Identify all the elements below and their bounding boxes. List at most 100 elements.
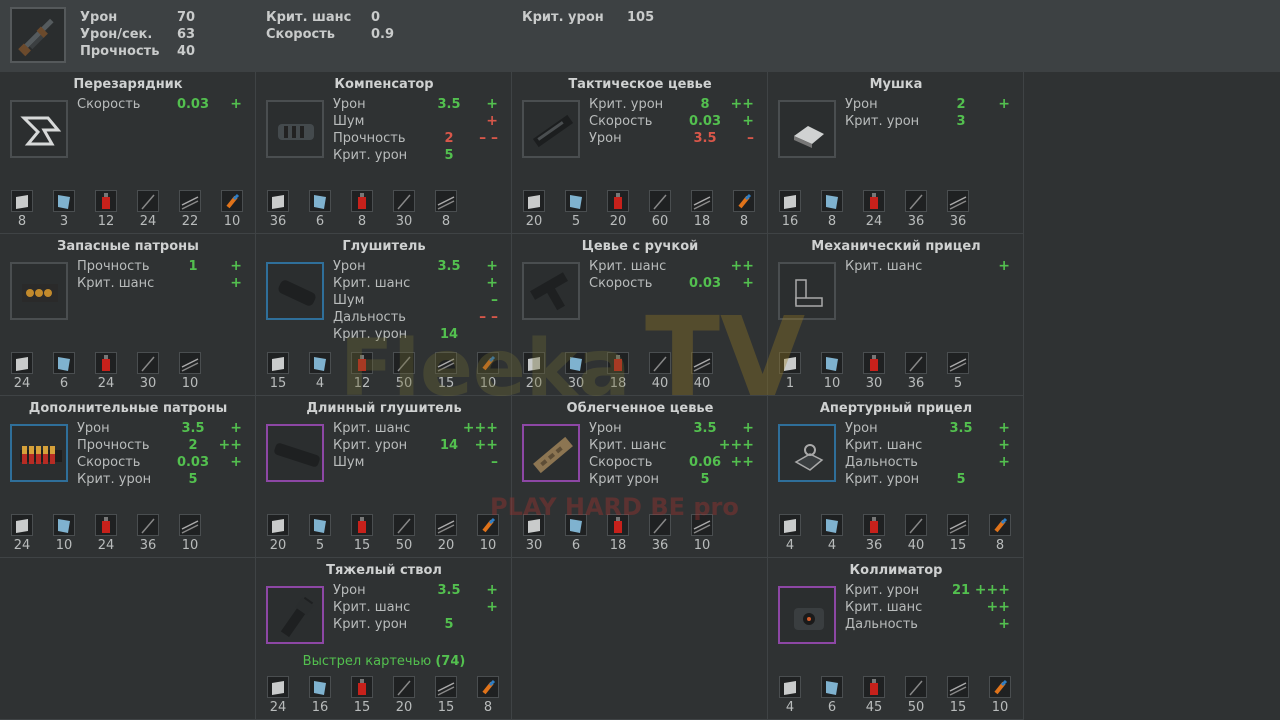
stat-value: 3.5 — [437, 583, 461, 598]
mod-card[interactable]: Длинный глушитель Крит. шанс +++ Крит. урон… — [256, 396, 512, 558]
stat-name: Скорость — [589, 114, 653, 129]
mod-card[interactable]: Глушитель Урон 3.5 + Крит. шанс + Шум – Дальност… — [256, 234, 512, 396]
glass-icon — [53, 514, 75, 536]
stat-label-durability: Прочность — [80, 44, 160, 59]
stat-value: 3.5 — [437, 97, 461, 112]
stat-name: Крит. урон — [845, 114, 920, 129]
wires-icon — [435, 190, 457, 212]
stat-modifier: + — [742, 420, 754, 436]
stat-modifier: + — [486, 275, 498, 291]
metal-plate-icon — [267, 352, 289, 374]
material-count: 18 — [693, 214, 711, 229]
material-count: 8 — [357, 214, 367, 229]
mod-card[interactable]: Запасные патроны Прочность 1 + Крит. шанс +24… — [0, 234, 256, 396]
rod-icon — [137, 352, 159, 374]
stat-row: Крит. урон 5 — [845, 472, 1015, 489]
materials-row: 36 6 8 30 8 — [260, 190, 512, 230]
material-count: 20 — [437, 538, 455, 553]
stat-name: Крит. урон — [589, 97, 664, 112]
heavy-barrel-icon[interactable] — [266, 586, 324, 644]
mod-card[interactable]: Дополнительные патроны Урон 3.5 + Прочность 2… — [0, 396, 256, 558]
material-count: 5 — [315, 538, 325, 553]
stat-name: Урон — [333, 97, 366, 112]
stat-modifier: ++ — [730, 96, 754, 112]
wires-icon — [691, 352, 713, 374]
stat-name: Крит. урон — [333, 617, 408, 632]
material-count: 22 — [181, 214, 199, 229]
mod-card[interactable]: Коллиматор Крит. урон 21 +++ Крит. шанс ++ Дал… — [768, 558, 1024, 720]
material-count: 20 — [269, 538, 287, 553]
stat-modifier: – – — [479, 130, 498, 146]
mod-card[interactable]: Мушка Урон 2 + Крит. урон 3 16 8 24 36 36 — [768, 72, 1024, 234]
compensator-icon[interactable] — [266, 100, 324, 158]
stat-name: Дальность — [845, 455, 918, 470]
stat-modifier: + — [998, 454, 1010, 470]
stat-row: Крит. урон 14 — [333, 327, 503, 344]
mod-card[interactable]: Облегченное цевье Урон 3.5 + Крит. шанс +++ Ск… — [512, 396, 768, 558]
material-count: 8 — [441, 214, 451, 229]
mod-card[interactable]: Тяжелый ствол Урон 3.5 + Крит. шанс + Крит. ур… — [256, 558, 512, 720]
stat-modifier: + — [998, 616, 1010, 632]
material-count: 12 — [353, 376, 371, 391]
iron-sight-icon[interactable] — [778, 262, 836, 320]
stat-row: Урон 3.5 + — [77, 420, 247, 438]
mod-card[interactable]: Цевье с ручкой Крит. шанс ++ Скорость 0.03 +2… — [512, 234, 768, 396]
material-count: 4 — [827, 538, 837, 553]
wires-icon — [435, 514, 457, 536]
material-count: 30 — [865, 376, 883, 391]
mod-card[interactable]: Апертурный прицел Урон 3.5 + Крит. шанс + Даль… — [768, 396, 1024, 558]
mod-title: Коллиматор — [849, 563, 943, 578]
stat-value: 8 — [700, 97, 710, 112]
empty-slot — [0, 558, 256, 720]
mod-title: Тактическое цевье — [568, 77, 712, 92]
stat-modifier: – — [491, 292, 498, 308]
metal-plate-icon — [779, 676, 801, 698]
metal-plate-icon — [267, 190, 289, 212]
material-count: 36 — [907, 214, 925, 229]
tactical-forend-icon[interactable] — [522, 100, 580, 158]
stat-row: Урон 3.5 + — [845, 420, 1015, 438]
stat-modifier: + — [742, 275, 754, 291]
stat-modifier: – – — [479, 309, 498, 325]
material-count: 15 — [353, 538, 371, 553]
collimator-icon[interactable] — [778, 586, 836, 644]
glass-icon — [309, 514, 331, 536]
material-count: 10 — [223, 214, 241, 229]
stat-name: Урон — [845, 97, 878, 112]
material-count: 10 — [823, 376, 841, 391]
speedloader-icon[interactable] — [10, 100, 68, 158]
mod-card[interactable]: Механический прицел Крит. шанс +1 10 30 36 5 — [768, 234, 1024, 396]
aperture-sight-icon[interactable] — [778, 424, 836, 482]
stat-row: Крит. урон 8 ++ — [589, 96, 759, 114]
stat-modifier: + — [486, 582, 498, 598]
material-count: 24 — [97, 376, 115, 391]
screwdriver-icon — [477, 676, 499, 698]
mod-card[interactable]: Тактическое цевье Крит. урон 8 ++ Скорость 0.… — [512, 72, 768, 234]
ammo-holder-icon[interactable] — [10, 262, 68, 320]
stat-name: Крит. шанс — [845, 259, 923, 274]
wires-icon — [947, 676, 969, 698]
stat-value: 5 — [188, 472, 198, 487]
wires-icon — [435, 676, 457, 698]
rod-icon — [905, 190, 927, 212]
stat-value: 0.03 — [176, 97, 210, 112]
stat-row: Урон 3.5 + — [333, 258, 503, 276]
front-sight-icon[interactable] — [778, 100, 836, 158]
mod-card[interactable]: Компенсатор Урон 3.5 + Шум + Прочность 2 – – Крит… — [256, 72, 512, 234]
long-silencer-icon[interactable] — [266, 424, 324, 482]
light-forend-icon[interactable] — [522, 424, 580, 482]
stat-row: Прочность 1 + — [77, 258, 247, 276]
mod-card[interactable]: Перезарядник Скорость 0.03 +8 3 12 24 22 10 — [0, 72, 256, 234]
stat-modifier: – — [491, 454, 498, 470]
stat-name: Крит. шанс — [589, 259, 667, 274]
material-count: 15 — [437, 700, 455, 715]
stat-value-damage: 70 — [177, 10, 196, 25]
stat-row: Крит урон 5 — [589, 472, 759, 489]
stat-value: 0.03 — [688, 276, 722, 291]
mod-title: Запасные патроны — [57, 239, 199, 254]
fuel-canister-icon — [607, 514, 629, 536]
grip-forend-icon[interactable] — [522, 262, 580, 320]
extra-shells-icon[interactable] — [10, 424, 68, 482]
stat-row: Шум + — [333, 113, 503, 131]
silencer-icon[interactable] — [266, 262, 324, 320]
